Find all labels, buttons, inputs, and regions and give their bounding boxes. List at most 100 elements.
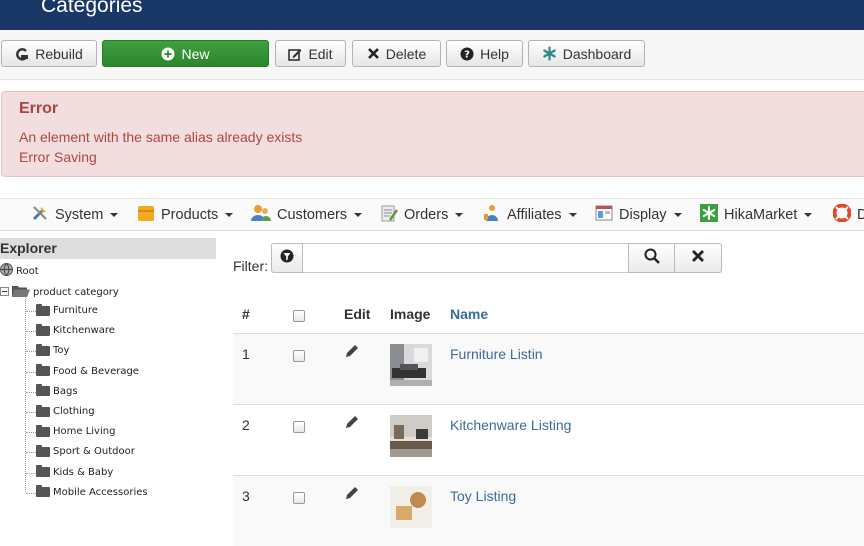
- caret-down-icon: [110, 213, 119, 217]
- menu-products[interactable]: Products: [137, 205, 234, 225]
- menu-products-label: Products: [161, 207, 219, 223]
- tree-node-category[interactable]: Toy: [36, 343, 69, 356]
- users-icon: [251, 204, 271, 226]
- tree-connector: [26, 472, 36, 474]
- menu-hikamarket[interactable]: HikaMarket: [700, 204, 813, 226]
- row-checkbox[interactable]: [293, 421, 305, 433]
- tree-node-category[interactable]: Clothing: [36, 404, 95, 417]
- tree-node-label: Clothing: [53, 406, 95, 417]
- column-header-num[interactable]: #: [242, 306, 250, 322]
- tree-node-root[interactable]: Root: [0, 263, 39, 279]
- category-name-link[interactable]: Toy Listing: [450, 488, 516, 504]
- tree-node-label: Root: [16, 265, 39, 277]
- tree-connector: [26, 351, 36, 353]
- folder-icon: [36, 384, 50, 397]
- menu-display[interactable]: Display: [595, 205, 682, 225]
- caret-down-icon: [804, 213, 813, 217]
- select-all-checkbox[interactable]: [293, 310, 305, 322]
- hikashop-menu: System Products Customers Orders Affilia…: [0, 198, 864, 231]
- tree-node-category[interactable]: Home Living: [36, 424, 116, 438]
- tools-icon: [31, 204, 49, 226]
- dashboard-icon: [542, 46, 557, 61]
- delete-button[interactable]: Delete: [352, 40, 441, 67]
- tree-node-category[interactable]: Bags: [36, 384, 78, 397]
- category-name-link[interactable]: Furniture Listin: [450, 346, 543, 362]
- table-row: 2 Kitchenware Listing: [233, 404, 864, 475]
- tree-node-label: Furniture: [53, 305, 98, 316]
- menu-customers-label: Customers: [277, 207, 348, 223]
- delete-label: Delete: [385, 45, 427, 62]
- tree-node-label: Home Living: [53, 426, 116, 438]
- globe-icon: [0, 263, 13, 279]
- page-header: Categories: [0, 0, 864, 30]
- alert-message: Error Saving: [19, 149, 97, 165]
- row-number: 3: [242, 488, 250, 504]
- search-icon: [644, 248, 660, 269]
- tree-connector: [26, 492, 36, 494]
- menu-system-label: System: [55, 207, 104, 223]
- search-button[interactable]: [628, 243, 675, 273]
- folder-icon: [36, 404, 50, 417]
- menu-affiliates[interactable]: Affiliates: [483, 205, 577, 225]
- column-header-image: Image: [390, 306, 431, 322]
- tree-node-label: Bags: [53, 385, 78, 397]
- column-header-name[interactable]: Name: [450, 306, 488, 322]
- filter-bar: [271, 243, 722, 273]
- new-button[interactable]: New: [102, 40, 269, 67]
- row-checkbox[interactable]: [293, 492, 305, 504]
- folder-icon: [36, 343, 50, 356]
- tree-node-category[interactable]: Kitchenware: [36, 323, 115, 336]
- row-checkbox[interactable]: [293, 350, 305, 362]
- tree-node-category[interactable]: Furniture: [36, 303, 98, 316]
- category-thumbnail: [390, 415, 432, 457]
- caret-down-icon: [673, 213, 682, 217]
- menu-orders[interactable]: Orders: [380, 204, 464, 226]
- orders-icon: [380, 204, 399, 226]
- folder-icon: [36, 303, 50, 316]
- filter-toggle-button[interactable]: [271, 243, 303, 273]
- explorer-title: Explorer: [0, 238, 216, 259]
- tree-connector: [25, 296, 26, 492]
- display-icon: [595, 204, 613, 226]
- dashboard-button[interactable]: Dashboard: [528, 40, 645, 67]
- tree-node-label: product category: [33, 287, 119, 298]
- table-row: 3 Toy Listing: [233, 475, 864, 546]
- toolbar: Rebuild New Edit Delete ? Help Dashboard: [0, 30, 864, 80]
- category-name-link[interactable]: Kitchenware Listing: [450, 417, 571, 433]
- rebuild-icon: [15, 47, 29, 61]
- menu-help[interactable]: D: [832, 203, 864, 226]
- tree-node-category[interactable]: Sport & Outdoor: [36, 444, 135, 457]
- lifebuoy-icon: [832, 203, 852, 226]
- category-thumbnail: [390, 486, 432, 528]
- row-number: 2: [242, 417, 250, 433]
- table-row: 1 Furniture Listin: [233, 333, 864, 404]
- filter-label: Filter:: [233, 258, 268, 274]
- help-button[interactable]: ? Help: [446, 40, 523, 67]
- pencil-icon[interactable]: [345, 486, 359, 505]
- menu-help-label: D: [857, 207, 864, 223]
- edit-label: Edit: [308, 45, 333, 62]
- plus-circle-icon: [161, 47, 175, 61]
- tree-node-category[interactable]: Kids & Baby: [36, 465, 113, 478]
- menu-customers[interactable]: Customers: [251, 204, 363, 226]
- tree-node-category[interactable]: Mobile Accessories: [36, 485, 148, 498]
- pencil-icon[interactable]: [345, 344, 359, 363]
- menu-system[interactable]: System: [31, 204, 119, 226]
- pencil-icon[interactable]: [345, 415, 359, 434]
- collapse-icon[interactable]: [0, 286, 9, 299]
- edit-button[interactable]: Edit: [275, 40, 346, 67]
- caret-down-icon: [354, 213, 363, 217]
- caret-down-icon: [568, 213, 577, 217]
- folder-icon: [36, 364, 50, 377]
- tree-node-product-category[interactable]: product category: [0, 285, 119, 300]
- hikamarket-icon: [700, 204, 718, 226]
- alert-heading: Error: [19, 100, 59, 117]
- error-alert: Error An element with the same alias alr…: [1, 91, 864, 177]
- tree-connector: [26, 452, 36, 454]
- rebuild-label: Rebuild: [35, 45, 83, 62]
- filter-input[interactable]: [304, 245, 628, 271]
- folder-icon: [36, 323, 50, 336]
- rebuild-button[interactable]: Rebuild: [1, 40, 97, 67]
- tree-node-category[interactable]: Food & Beverage: [36, 364, 139, 377]
- clear-filter-button[interactable]: [674, 243, 722, 273]
